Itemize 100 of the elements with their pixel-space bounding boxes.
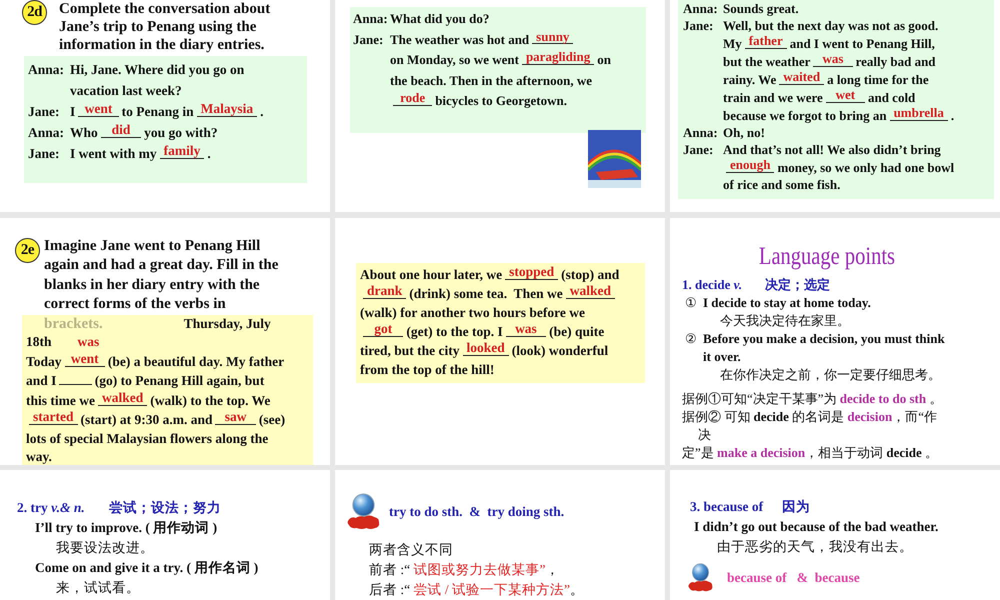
fill-in-line: went [64, 352, 105, 367]
note-text: 据例② 可知 decide 的名词是 decision，而“作 [682, 408, 937, 426]
term-heading: 3. because of [690, 499, 764, 514]
magnifier-icon [347, 493, 380, 530]
dialogue-text: . [207, 146, 211, 161]
dialogue-text: (walk) for another two hours before we [360, 304, 585, 320]
dialogue-text: and cold [868, 90, 916, 105]
dialogue-text: (stop) and [561, 266, 620, 282]
dialogue-text: (see) [258, 412, 286, 428]
dialogue-text: I went with my [70, 146, 157, 161]
speaker-label: Anna: [28, 124, 66, 142]
dialogue-text: but the weather [723, 54, 810, 69]
fill-in-line: saw [215, 410, 256, 426]
answer-word: was [78, 334, 100, 349]
speaker-label: Jane: [28, 103, 60, 121]
fill-in-line: waited [779, 70, 824, 85]
dialogue-text: and I went to Penang Hill, [790, 36, 935, 51]
fill-in-line: enough [726, 158, 774, 173]
instruction-text: Imagine Jane went to Penang Hill again and had a great day. Fill in the blanks in her diary entry with the correct forms of the verbs in [44, 236, 278, 314]
comparison-text: 两者含义不同 [369, 541, 453, 559]
speaker-label: Jane: [683, 17, 714, 35]
instruction-text: brackets. [44, 316, 103, 332]
fill-in-line: walked [566, 284, 616, 299]
dialogue-text: money, so we only had one bowl [777, 160, 954, 175]
dialogue-text: of rice and some fish. [723, 177, 840, 192]
dialogue-text: vacation last week? [70, 83, 182, 98]
dialogue-text: Oh, no! [723, 125, 765, 140]
example-number: ① [685, 294, 698, 312]
speaker-label: Jane: [353, 30, 384, 48]
dialogue-text: Hi, Jane. Where did you go on [70, 62, 244, 77]
dialogue-text: this time we [26, 392, 95, 408]
dialogue-text: What did you do? [390, 11, 490, 26]
dialogue-text: And that’s not all! We also didn’t bring [723, 142, 941, 157]
dialogue-text: (go) to Penang Hill again, but [94, 373, 264, 388]
dialogue-text: really bad and [856, 54, 936, 69]
speaker-label: Anna: [353, 10, 389, 28]
dialogue-text: a long time for the [827, 72, 929, 87]
dialogue-text: because we forgot to bring an [723, 108, 887, 123]
slide-title: Language points [758, 242, 896, 272]
fill-in-line: went [78, 102, 119, 118]
dialogue-text: bicycles to Georgetown. [435, 93, 567, 108]
fill-in-line: stopped [505, 264, 558, 280]
dialogue-text: Today [26, 354, 62, 368]
dialogue-text: and I [26, 373, 56, 388]
dialogue-text: way. [26, 449, 52, 464]
dialogue-text: (walk) to the top. We [150, 392, 270, 408]
dialogue-text: from the top of the hill! [360, 362, 494, 376]
note-text: 决 [698, 426, 711, 444]
fill-in-line: paragliding [522, 50, 594, 65]
fill-in-line: family [160, 144, 204, 160]
translation-text: 我要设法改进。 [56, 539, 154, 557]
fill-in-line: wet [826, 88, 865, 103]
fill-in-line: Malaysia [196, 102, 258, 118]
speaker-label: Anna: [683, 124, 719, 141]
fill-in-line: drank [363, 284, 406, 299]
dialogue-text: The weather was hot and [390, 32, 530, 46]
dialogue-text: (look) wonderful [512, 342, 608, 358]
dialogue-text: My [723, 36, 742, 51]
comparison-heading: because of & because [727, 570, 860, 586]
term-heading: 2. try v.& n. [17, 500, 85, 515]
dialogue-text: you go with? [144, 125, 218, 140]
term-meaning: 决定；选定 [765, 276, 830, 292]
magnifier-icon [688, 563, 713, 592]
dialogue-text: Who [70, 125, 98, 140]
exercise-badge: 2d [22, 0, 47, 25]
dialogue-text: I [70, 104, 76, 119]
example-sentence: I’ll try to improve. ( 用作动词 ) [35, 519, 218, 537]
dialogue-text: on Monday, so we went [390, 52, 519, 67]
fill-in-line: was [813, 52, 853, 67]
dialogue-text: lots of special Malaysian flowers along the [26, 430, 268, 446]
diary-date: Thursday, July [184, 316, 271, 330]
dialogue-text: (be) a beautiful day. My father [108, 354, 284, 368]
note-text: 定”是 make a decision，相当于动词 decide 。 [682, 444, 938, 462]
fill-in-line: sunny [532, 30, 574, 44]
fill-in-line: father [744, 34, 787, 49]
fill-in-line: was [506, 322, 546, 337]
dialogue-text: train and we were [723, 90, 823, 105]
dialogue-text: About one hour later, we [360, 266, 502, 282]
dialogue-text: . [950, 108, 954, 123]
fill-in-line: walked [98, 390, 148, 406]
fill-in-line: did [100, 123, 142, 138]
translation-text: 今天我决定待在家里。 [720, 312, 850, 330]
dialogue-text: Sounds great. [723, 1, 799, 16]
note-text: 据例①可知“决定干某事”为 decide to do sth 。 [682, 390, 942, 408]
dialogue-text: (start) at 9:30 a.m. and [80, 412, 212, 428]
example-sentence: I decide to stay at home today. [703, 294, 871, 312]
diary-date: 18th [26, 334, 52, 349]
fill-in-line: looked [462, 340, 509, 356]
comparison-heading: try to do sth. & try doing sth. [389, 504, 564, 520]
dialogue-text: rainy. We [723, 72, 776, 87]
dialogue-text: (get) to the top. I [406, 324, 503, 338]
dialogue-text: (be) quite [549, 324, 604, 338]
dialogue-text: (drink) some tea. Then we [409, 286, 563, 300]
instruction-text: Complete the conversation about Jane’s trip to Penang using the information in the diary entries. [59, 0, 270, 54]
translation-text: 来，试试看。 [56, 579, 140, 597]
fill-in-line: started [29, 410, 78, 426]
dialogue-text: . [260, 104, 264, 119]
speaker-label: Jane: [683, 141, 714, 159]
example-sentence: Before you make a decision, you must think it over. [703, 330, 945, 366]
translation-text: 由于恶劣的天气，我没有出去。 [717, 538, 913, 556]
